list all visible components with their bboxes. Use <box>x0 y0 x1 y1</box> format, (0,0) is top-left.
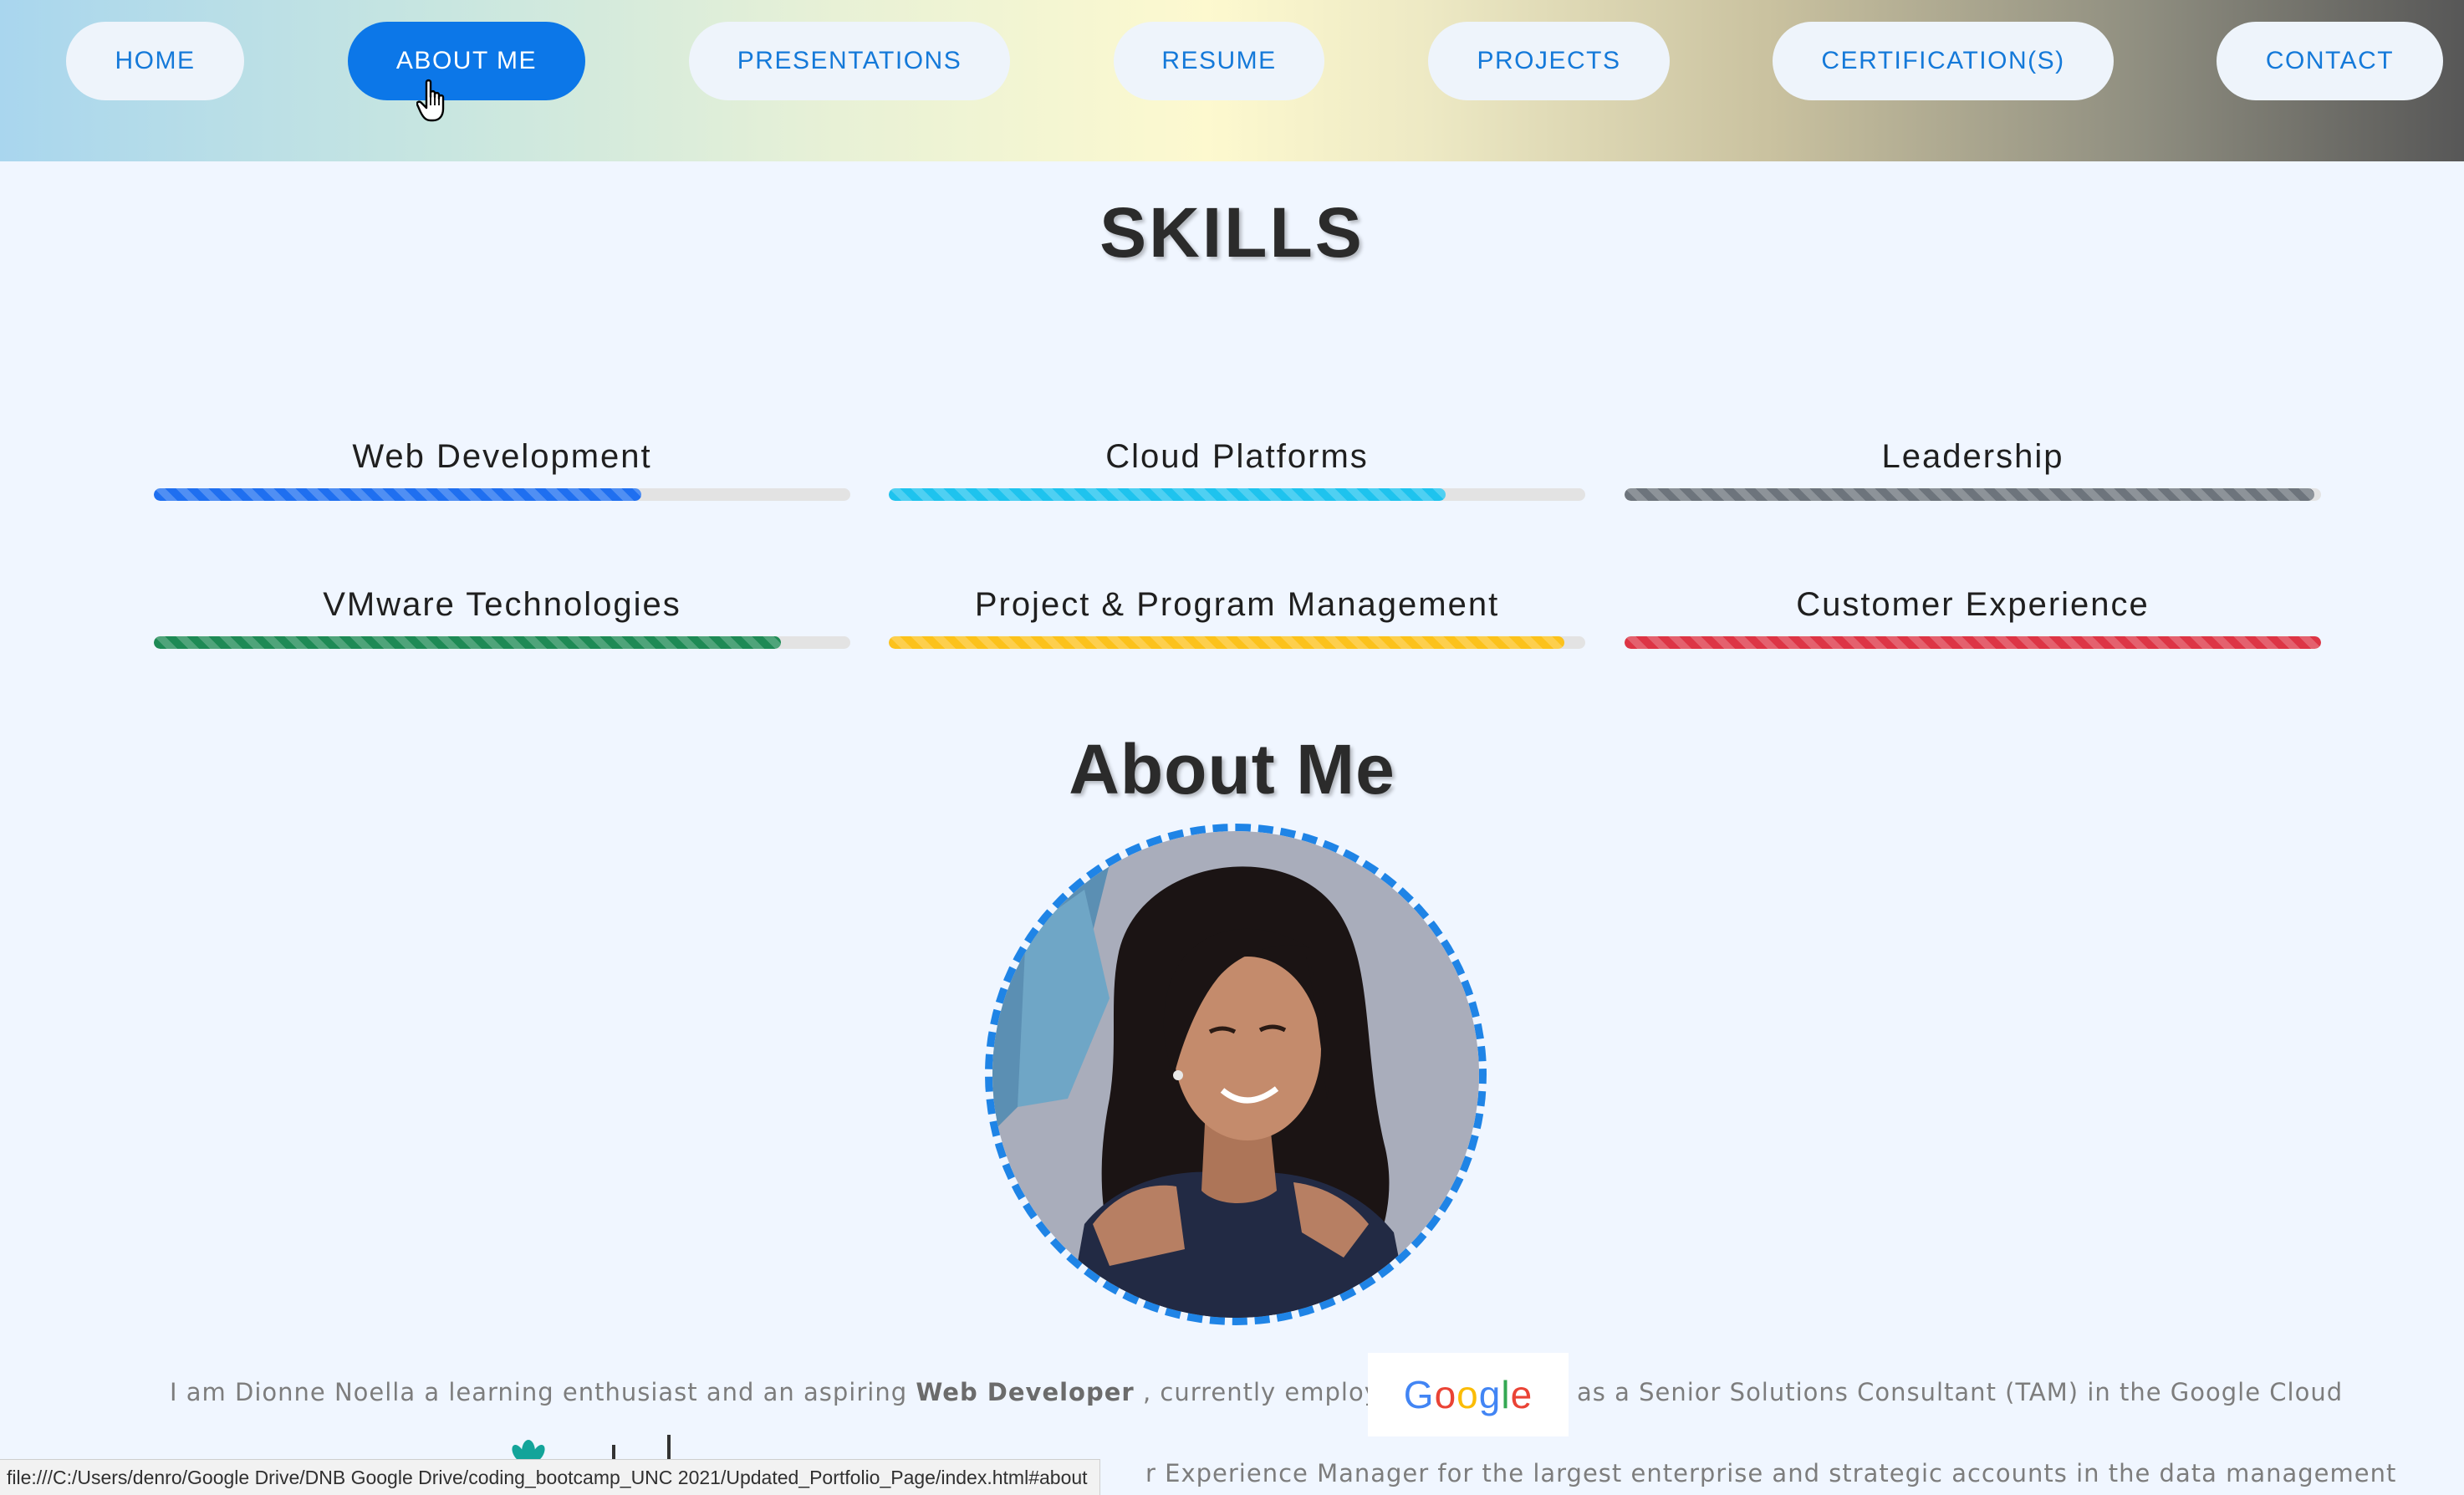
nav-about-me-button[interactable]: ABOUT ME <box>348 22 585 100</box>
about-intro-suffix: as a Senior Solutions Consultant (TAM) i… <box>1577 1378 2344 1406</box>
skill-progress-bar <box>889 488 1585 501</box>
about-second-line: r Experience Manager for the largest ent… <box>1145 1459 2397 1487</box>
skill-progress-fill <box>889 488 1446 501</box>
about-role-text: Web Developer <box>916 1378 1135 1406</box>
skill-vmware-technologies: VMware Technologies <box>154 583 850 649</box>
nav-certifications-button[interactable]: CERTIFICATION(S) <box>1773 22 2114 100</box>
skill-customer-experience: Customer Experience <box>1625 583 2321 649</box>
skill-label: VMware Technologies <box>323 586 681 623</box>
skill-progress-fill <box>889 636 1564 649</box>
nav-resume-button[interactable]: RESUME <box>1114 22 1324 100</box>
skill-label: Cloud Platforms <box>1105 438 1369 475</box>
skill-project-program-management: Project & Program Management <box>889 583 1585 649</box>
partially-hidden-icons <box>512 1435 671 1460</box>
about-me-heading: About Me <box>1069 730 1395 809</box>
skill-label: Leadership <box>1881 438 2064 475</box>
lotus-icon <box>512 1440 545 1460</box>
skill-label: Customer Experience <box>1796 586 2150 623</box>
nav-presentations-button[interactable]: PRESENTATIONS <box>689 22 1010 100</box>
skill-progress-fill <box>1625 636 2321 649</box>
skill-web-development: Web Development <box>154 435 850 501</box>
skill-progress-bar <box>1625 636 2321 649</box>
skill-progress-bar <box>889 636 1585 649</box>
about-intro-prefix: I am Dionne Noella a learning enthusiast… <box>170 1371 1446 1413</box>
skill-leadership: Leadership <box>1625 435 2321 501</box>
skills-heading: SKILLS <box>1099 193 1365 272</box>
skill-label: Web Development <box>352 438 652 475</box>
hand-pointer-cursor-icon <box>416 79 445 122</box>
google-logo-image: Google <box>1368 1353 1569 1436</box>
nav-home-button[interactable]: HOME <box>66 22 244 100</box>
browser-status-bar-url: file:///C:/Users/denro/Google Drive/DNB … <box>0 1459 1100 1495</box>
skill-progress-fill <box>1625 488 2314 501</box>
skill-progress-fill <box>154 636 781 649</box>
skill-progress-bar <box>154 636 850 649</box>
nav-contact-button[interactable]: CONTACT <box>2217 22 2443 100</box>
skill-progress-bar <box>154 488 850 501</box>
skill-progress-fill <box>154 488 642 501</box>
top-navbar: HOME ABOUT ME PRESENTATIONS RESUME PROJE… <box>0 0 2464 161</box>
profile-photo <box>985 824 1487 1325</box>
skill-progress-bar <box>1625 488 2321 501</box>
skill-label: Project & Program Management <box>974 586 1500 623</box>
google-logo-text: Google <box>1403 1373 1533 1416</box>
about-intro-text: I am Dionne Noella a learning enthusiast… <box>170 1378 908 1406</box>
skill-cloud-platforms: Cloud Platforms <box>889 435 1585 501</box>
nav-projects-button[interactable]: PROJECTS <box>1428 22 1670 100</box>
